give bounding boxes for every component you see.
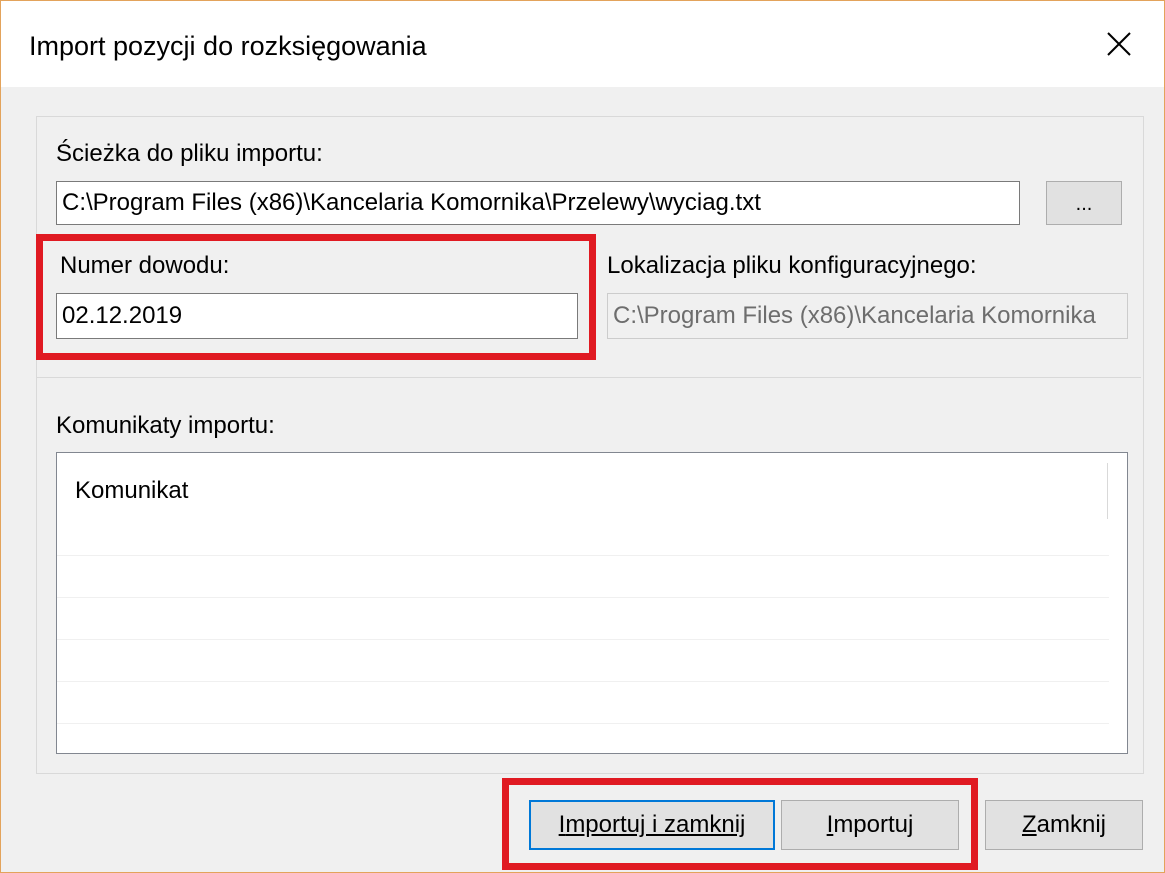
doc-number-value: 02.12.2019 — [62, 302, 183, 329]
list-item[interactable] — [57, 639, 1109, 682]
doc-number-label: Numer dowodu: — [60, 252, 230, 279]
messages-label: Komunikaty importu: — [56, 412, 275, 439]
config-path-value: C:\Program Files (x86)\Kancelaria Komorn… — [613, 302, 1096, 329]
file-path-value: C:\Program Files (x86)\Kancelaria Komorn… — [62, 189, 761, 216]
list-item[interactable] — [57, 513, 1109, 556]
config-path-input[interactable]: C:\Program Files (x86)\Kancelaria Komorn… — [607, 293, 1128, 339]
file-path-label: Ścieżka do pliku importu: — [56, 140, 323, 167]
config-path-label: Lokalizacja pliku konfiguracyjnego: — [607, 252, 977, 279]
list-item[interactable] — [57, 597, 1109, 640]
file-path-input[interactable]: C:\Program Files (x86)\Kancelaria Komorn… — [56, 181, 1020, 225]
dialog-title: Import pozycji do rozksięgowania — [29, 31, 427, 61]
list-item[interactable] — [57, 681, 1109, 724]
panel-divider — [37, 377, 1141, 378]
import-and-close-button[interactable]: Importuj i zamknij — [529, 800, 775, 850]
browse-button-label: ... — [1075, 193, 1093, 215]
column-separator — [1107, 463, 1108, 519]
close-icon — [1107, 32, 1131, 56]
browse-button[interactable]: ... — [1046, 181, 1122, 225]
messages-list[interactable]: Komunikat — [56, 452, 1128, 754]
column-header-message[interactable]: Komunikat — [75, 477, 188, 505]
close-button[interactable] — [1074, 1, 1164, 87]
import-button[interactable]: Importuj — [781, 800, 959, 850]
close-dialog-button[interactable]: Zamknij — [985, 800, 1143, 850]
title-bar: Import pozycji do rozksięgowania — [1, 1, 1164, 87]
list-item[interactable] — [57, 555, 1109, 598]
doc-number-input[interactable]: 02.12.2019 — [56, 293, 578, 339]
